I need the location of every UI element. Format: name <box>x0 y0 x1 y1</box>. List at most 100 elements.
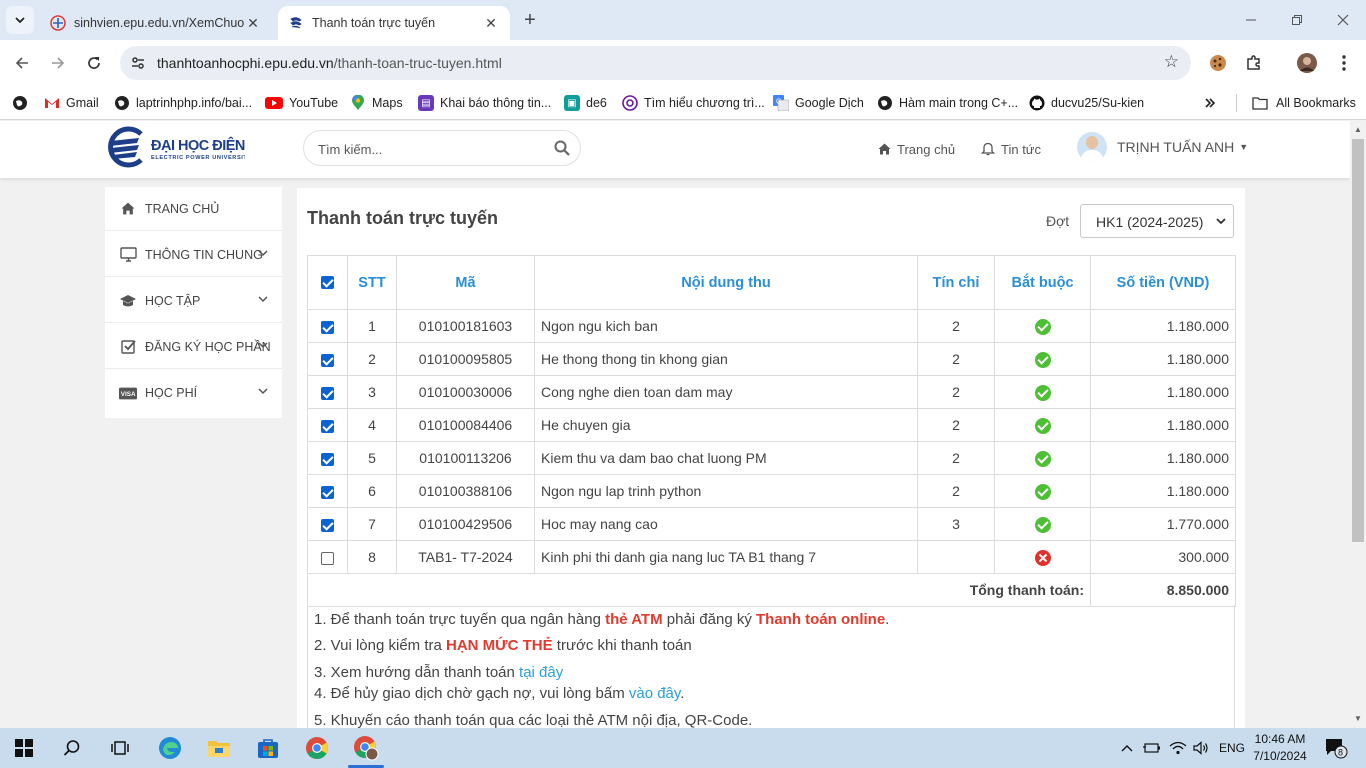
bookmark-maps[interactable]: Maps <box>351 92 403 114</box>
search-icon[interactable] <box>554 140 570 156</box>
row-select-checkbox[interactable] <box>321 485 334 499</box>
nav-news-link[interactable]: Tin tức <box>981 140 1041 158</box>
address-bar[interactable]: thanhtoanhocphi.epu.edu.vn/thanh-toan-tr… <box>120 46 1191 80</box>
svg-text:G: G <box>776 99 781 106</box>
bookmark-gmail[interactable]: Gmail <box>44 92 99 114</box>
row-select-checkbox[interactable] <box>321 353 334 367</box>
page-scrollbar[interactable]: ▲ ▼ <box>1350 121 1366 728</box>
dai-hoc-dien-luc-logo[interactable]: ĐẠI HỌC ĐIỆN LỰC ELECTRIC POWER UNIVERSI… <box>105 124 245 168</box>
reload-button[interactable] <box>81 50 107 76</box>
user-name: TRỊNH TUẤN ANH <box>1117 139 1235 155</box>
store-taskbar-icon[interactable] <box>244 728 292 768</box>
close-window-button[interactable] <box>1320 0 1366 40</box>
sidebar-item-thong-tin-chung[interactable]: THÔNG TIN CHUNG <box>105 233 282 277</box>
task-view-button[interactable] <box>96 728 144 768</box>
sidebar-item-dang-ky-hoc-phan[interactable]: ĐĂNG KÝ HỌC PHẦN <box>105 325 282 369</box>
table-row: 7 010100429506 Hoc may nang cao 3 1.770.000 <box>307 507 1236 541</box>
nav-home-link[interactable]: Trang chủ <box>878 140 955 158</box>
column-header: Bắt buộc <box>994 255 1091 310</box>
battery-tray-icon[interactable] <box>1143 728 1161 768</box>
row-select-checkbox[interactable] <box>321 551 334 565</box>
row-select-checkbox[interactable] <box>321 419 334 433</box>
profile-avatar-icon[interactable] <box>1295 51 1319 75</box>
wifi-tray-icon[interactable] <box>1169 728 1187 768</box>
nav-home-label: Trang chủ <box>897 141 956 157</box>
cancel-transaction-link[interactable]: vào đây <box>629 685 680 702</box>
show-hidden-icons-button[interactable] <box>1121 728 1133 768</box>
language-indicator[interactable]: ENG <box>1219 728 1245 768</box>
bookmark-ham-main[interactable]: Hàm main trong C+... <box>877 92 1018 114</box>
volume-tray-icon[interactable] <box>1193 728 1209 768</box>
sidebar-item-hoc-phi[interactable]: VISA HỌC PHÍ <box>105 371 282 415</box>
microsoft-store-icon <box>258 739 278 758</box>
bookmark-laptrinhphp[interactable]: laptrinhphp.info/bai... <box>114 92 252 114</box>
tab-search-button[interactable] <box>6 6 34 34</box>
scroll-up-arrow-icon[interactable]: ▲ <box>1354 125 1362 134</box>
row-select-checkbox[interactable] <box>321 320 334 334</box>
back-button[interactable] <box>9 50 35 76</box>
minimize-window-button[interactable] <box>1228 0 1274 40</box>
notifications-button[interactable]: 8 <box>1324 728 1348 768</box>
browser-tab-2-active[interactable]: Thanh toán trực tuyến ✕ <box>278 6 510 40</box>
bookmark-star-icon[interactable]: ☆ <box>1164 52 1179 72</box>
bookmark-label: Hàm main trong C+... <box>899 96 1019 110</box>
taskbar-clock[interactable]: 10:46 AM 7/10/2024 <box>1250 731 1310 765</box>
site-info-icon[interactable] <box>128 53 148 73</box>
bookmark-tim-hieu[interactable]: Tìm hiểu chương trì... <box>622 92 765 114</box>
bookmark-label: Khai báo thông tin... <box>440 96 552 110</box>
credits-cell: 2 <box>917 474 995 508</box>
note-3: 3. Xem hướng dẫn thanh toán tại đây <box>314 664 563 681</box>
site-header: ĐẠI HỌC ĐIỆN LỰC ELECTRIC POWER UNIVERSI… <box>0 121 1350 178</box>
checkbox-cell <box>307 474 348 508</box>
note-5: 5. Khuyến cáo thanh toán qua các loại th… <box>314 712 753 728</box>
row-select-checkbox[interactable] <box>321 518 334 532</box>
period-select[interactable]: HK1 (2024-2025) <box>1080 204 1234 238</box>
cookie-extension-icon[interactable] <box>1206 51 1230 75</box>
restore-window-button[interactable] <box>1274 0 1320 40</box>
more-bookmarks-button[interactable] <box>1204 92 1216 114</box>
column-header: Mã <box>396 255 535 310</box>
select-all-checkbox[interactable] <box>321 276 334 290</box>
row-select-checkbox[interactable] <box>321 452 334 466</box>
content-cell: Kinh phi thi danh gia nang luc TA B1 tha… <box>534 540 918 574</box>
search-input[interactable] <box>318 139 548 159</box>
scrollbar-thumb[interactable] <box>1352 139 1364 542</box>
row-select-checkbox[interactable] <box>321 386 334 400</box>
guide-link[interactable]: tại đây <box>519 664 563 681</box>
bookmark-de6[interactable]: ▣ de6 <box>564 92 607 114</box>
bookmark-github[interactable]: ducvu25/Su-kien <box>1029 92 1144 114</box>
bookmark-youtube[interactable]: YouTube <box>265 92 338 114</box>
sidebar-item-hoc-tap[interactable]: HỌC TẬP <box>105 279 282 323</box>
forward-button[interactable] <box>45 50 71 76</box>
new-tab-button[interactable]: + <box>518 8 542 32</box>
required-cell <box>994 474 1091 508</box>
scroll-down-arrow-icon[interactable]: ▼ <box>1354 714 1362 723</box>
edge-taskbar-icon[interactable] <box>146 728 194 768</box>
sidebar-item-trang-chu[interactable]: TRANG CHỦ <box>105 187 282 231</box>
user-menu[interactable]: TRỊNH TUẤN ANH ▼ <box>1077 131 1248 163</box>
content-cell: He chuyen gia <box>534 408 918 442</box>
note-text: . <box>885 611 890 628</box>
chrome-profile-taskbar-icon[interactable] <box>342 728 390 768</box>
start-button[interactable] <box>0 728 48 768</box>
taskbar-search-button[interactable] <box>48 728 96 768</box>
code-cell: 010100095805 <box>396 342 535 376</box>
epu-logo-favicon-icon <box>290 17 302 29</box>
minimize-icon <box>1246 19 1256 21</box>
code-cell: 010100388106 <box>396 474 535 508</box>
stt-cell: 8 <box>347 540 397 574</box>
bookmark-globe[interactable] <box>12 92 28 114</box>
browser-tab-1[interactable]: sinhvien.epu.edu.vn/XemChuong ✕ <box>40 6 272 40</box>
browser-menu-icon[interactable] <box>1332 51 1356 75</box>
all-bookmarks-button[interactable]: All Bookmarks <box>1252 92 1356 114</box>
close-tab-icon[interactable]: ✕ <box>244 15 262 32</box>
chrome-taskbar-icon[interactable] <box>293 728 341 768</box>
url-text[interactable]: thanhtoanhocphi.epu.edu.vn/thanh-toan-tr… <box>157 55 502 71</box>
extensions-puzzle-icon[interactable] <box>1242 51 1266 75</box>
bookmark-khai-bao[interactable]: ▤ Khai báo thông tin... <box>418 92 551 114</box>
amount-cell: 1.180.000 <box>1090 441 1236 475</box>
close-tab-icon[interactable]: ✕ <box>482 15 500 32</box>
bookmark-label: Maps <box>372 96 403 110</box>
file-explorer-taskbar-icon[interactable] <box>195 728 243 768</box>
bookmark-google-dich[interactable]: G Google Dịch <box>773 92 864 114</box>
